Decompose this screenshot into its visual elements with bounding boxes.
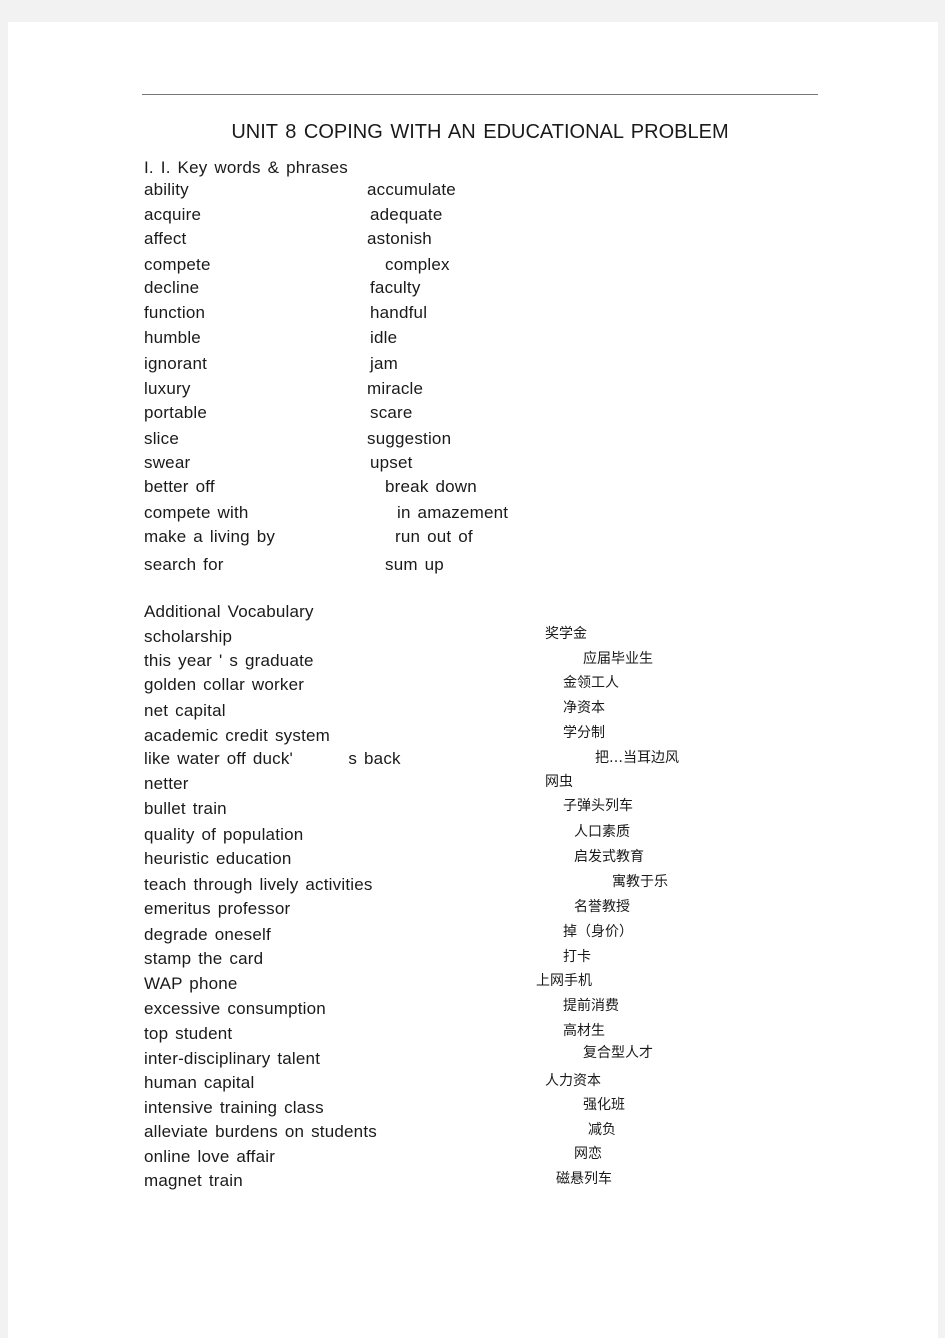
key-word-term: upset bbox=[370, 453, 413, 472]
header-rule bbox=[142, 94, 818, 95]
vocabulary-english: teach through lively activities bbox=[144, 875, 373, 894]
key-word-term: sum up bbox=[385, 555, 444, 574]
key-word-term: compete with bbox=[144, 503, 249, 522]
key-word-term: handful bbox=[370, 303, 428, 322]
key-word-term: run out of bbox=[395, 527, 473, 546]
key-word-term: suggestion bbox=[367, 429, 452, 448]
vocabulary-chinese: 寓教于乐 bbox=[612, 874, 668, 890]
vocabulary-chinese: 名誉教授 bbox=[574, 899, 630, 915]
key-word-term: swear bbox=[144, 453, 191, 472]
key-word-term: accumulate bbox=[367, 180, 456, 199]
key-word-term: jam bbox=[370, 354, 398, 373]
key-word-term: search for bbox=[144, 555, 224, 574]
vocabulary-english: scholarship bbox=[144, 627, 233, 646]
key-word-term: scare bbox=[370, 403, 413, 422]
key-word-term: portable bbox=[144, 403, 208, 422]
vocabulary-chinese: 金领工人 bbox=[563, 675, 619, 691]
vocabulary-chinese: 提前消费 bbox=[563, 998, 619, 1014]
key-word-term: humble bbox=[144, 328, 201, 347]
key-word-term: adequate bbox=[370, 205, 443, 224]
vocabulary-english: excessive consumption bbox=[144, 999, 326, 1018]
vocabulary-chinese: 打卡 bbox=[563, 949, 591, 965]
vocabulary-chinese: 高材生 bbox=[563, 1023, 605, 1039]
vocabulary-chinese: 人力资本 bbox=[545, 1073, 601, 1089]
vocabulary-chinese: 应届毕业生 bbox=[583, 651, 653, 667]
vocabulary-english: online love affair bbox=[144, 1147, 276, 1166]
vocabulary-chinese: 磁悬列车 bbox=[556, 1171, 612, 1187]
key-word-term: affect bbox=[144, 229, 187, 248]
key-word-term: ignorant bbox=[144, 354, 208, 373]
key-word-term: idle bbox=[370, 328, 398, 347]
key-word-term: ability bbox=[144, 180, 189, 199]
vocabulary-chinese: 学分制 bbox=[563, 725, 605, 741]
vocabulary-english: WAP phone bbox=[144, 974, 238, 993]
section-heading-key-words: I. I. Key words & phrases bbox=[144, 158, 348, 177]
vocabulary-english: magnet train bbox=[144, 1171, 243, 1190]
vocabulary-chinese: 减负 bbox=[588, 1122, 616, 1138]
key-word-term: break down bbox=[385, 477, 477, 496]
vocabulary-chinese: 复合型人才 bbox=[583, 1045, 653, 1061]
key-word-term: astonish bbox=[367, 229, 432, 248]
vocabulary-chinese: 网虫 bbox=[545, 774, 573, 790]
vocabulary-english: top student bbox=[144, 1024, 233, 1043]
section-heading-additional-vocabulary: Additional Vocabulary bbox=[144, 602, 314, 621]
vocabulary-english: net capital bbox=[144, 701, 226, 720]
vocabulary-english: this year ' s graduate bbox=[144, 651, 314, 670]
vocabulary-english: heuristic education bbox=[144, 849, 292, 868]
vocabulary-english: human capital bbox=[144, 1073, 255, 1092]
vocabulary-english: bullet train bbox=[144, 799, 227, 818]
vocabulary-chinese: 启发式教育 bbox=[574, 849, 644, 865]
vocabulary-chinese: 上网手机 bbox=[536, 973, 592, 989]
key-word-term: complex bbox=[385, 255, 450, 274]
key-word-term: in amazement bbox=[397, 503, 509, 522]
vocabulary-english: emeritus professor bbox=[144, 899, 291, 918]
vocabulary-chinese: 净资本 bbox=[563, 700, 605, 716]
vocabulary-english: degrade oneself bbox=[144, 925, 271, 944]
key-word-term: function bbox=[144, 303, 206, 322]
key-word-term: better off bbox=[144, 477, 215, 496]
key-word-term: luxury bbox=[144, 379, 191, 398]
vocabulary-english: like water off duck' s back bbox=[144, 749, 401, 768]
vocabulary-english: quality of population bbox=[144, 825, 304, 844]
vocabulary-chinese: 强化班 bbox=[583, 1097, 625, 1113]
key-word-term: make a living by bbox=[144, 527, 276, 546]
key-word-term: decline bbox=[144, 278, 200, 297]
vocabulary-english: netter bbox=[144, 774, 189, 793]
vocabulary-english: academic credit system bbox=[144, 726, 331, 745]
vocabulary-english: golden collar worker bbox=[144, 675, 305, 694]
vocabulary-chinese: 子弹头列车 bbox=[563, 798, 633, 814]
key-word-term: miracle bbox=[367, 379, 424, 398]
key-word-term: acquire bbox=[144, 205, 202, 224]
vocabulary-english: inter-disciplinary talent bbox=[144, 1049, 321, 1068]
vocabulary-english: intensive training class bbox=[144, 1098, 324, 1117]
vocabulary-english: alleviate burdens on students bbox=[144, 1122, 377, 1141]
vocabulary-chinese: 网恋 bbox=[574, 1146, 602, 1162]
key-word-term: faculty bbox=[370, 278, 421, 297]
vocabulary-chinese: 奖学金 bbox=[545, 626, 587, 642]
vocabulary-english: stamp the card bbox=[144, 949, 264, 968]
vocabulary-chinese: 人口素质 bbox=[574, 824, 630, 840]
key-word-term: slice bbox=[144, 429, 180, 448]
document-title: UNIT 8 COPING WITH AN EDUCATIONAL PROBLE… bbox=[231, 121, 729, 143]
vocabulary-chinese: 把…当耳边风 bbox=[595, 750, 679, 766]
vocabulary-chinese: 掉（身价） bbox=[563, 924, 633, 940]
key-word-term: compete bbox=[144, 255, 211, 274]
